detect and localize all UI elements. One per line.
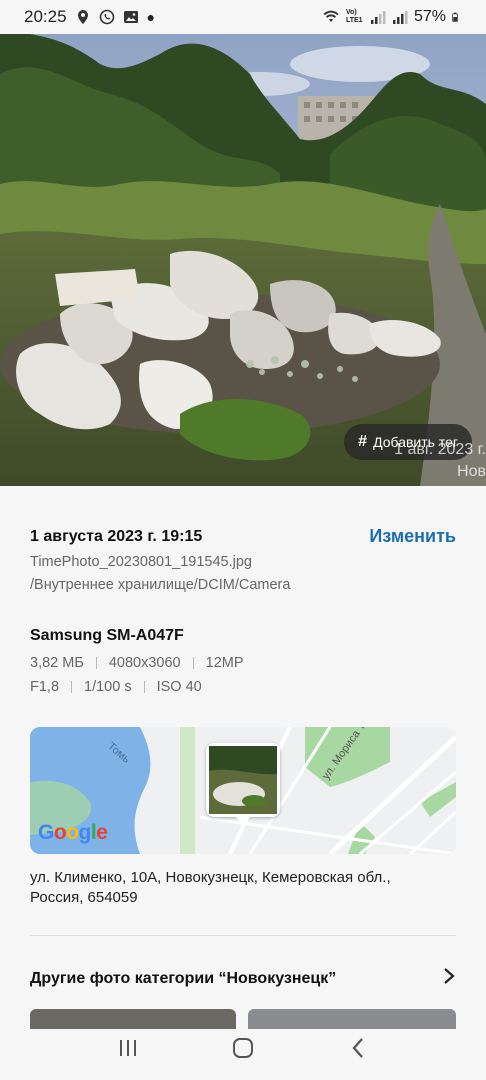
location-address: ул. Клименко, 10А, Новокузнецк, Кемеровс… bbox=[30, 869, 391, 906]
aperture: F1,8 bbox=[30, 679, 60, 695]
other-photos-link[interactable]: Другие фото категории “Новокузнецк” bbox=[30, 967, 456, 991]
map-photo-marker[interactable] bbox=[206, 743, 280, 817]
chevron-right-icon bbox=[442, 967, 456, 991]
shutter-speed: 1/100 s bbox=[84, 679, 132, 695]
signal-2-icon bbox=[392, 11, 408, 24]
other-photos-title: Другие фото категории “Новокузнецк” bbox=[30, 970, 337, 987]
watermark-city: Нов bbox=[457, 463, 486, 480]
hash-icon: # bbox=[358, 433, 368, 450]
iso: ISO 40 bbox=[156, 679, 202, 695]
gallery-notification-icon bbox=[123, 11, 138, 23]
device-model: Samsung SM-A047F bbox=[30, 627, 184, 644]
meta-separator bbox=[95, 657, 97, 669]
whatsapp-icon bbox=[99, 9, 114, 25]
wifi-icon bbox=[323, 10, 339, 22]
home-button[interactable] bbox=[223, 1028, 263, 1068]
resolution: 4080x3060 bbox=[108, 655, 181, 671]
watermark-date: 1 авг. 2023 г. bbox=[394, 441, 486, 458]
edit-button[interactable]: Изменить bbox=[369, 526, 456, 547]
home-icon bbox=[232, 1037, 253, 1058]
back-icon bbox=[352, 1037, 364, 1058]
file-path: /Внутреннее хранилище/DCIM/Camera bbox=[30, 577, 291, 593]
details-panel: 1 августа 2023 г. 19:15 Изменить TimePho… bbox=[0, 486, 486, 1080]
recent-apps-button[interactable] bbox=[108, 1028, 148, 1068]
meta-separator bbox=[192, 657, 194, 669]
file-meta-row: 3,82 МБ 4080x3060 12MP bbox=[30, 655, 244, 671]
camera-meta-row: F1,8 1/100 s ISO 40 bbox=[30, 679, 202, 695]
location-map[interactable]: Томь ул. Мориса Тореза Google bbox=[30, 727, 456, 854]
notification-dot-icon: ● bbox=[146, 9, 156, 25]
navigation-bar bbox=[0, 1015, 486, 1080]
meta-separator bbox=[143, 681, 145, 693]
recent-apps-icon bbox=[119, 1039, 136, 1056]
photo-date: 1 августа 2023 г. 19:15 bbox=[30, 527, 203, 545]
google-logo: Google bbox=[38, 821, 108, 844]
map-photo-thumbnail bbox=[209, 746, 277, 814]
signal-1-icon bbox=[370, 11, 386, 24]
map-pin-pointer bbox=[236, 817, 250, 825]
battery-percent: 57% bbox=[413, 8, 446, 25]
status-time: 20:25 bbox=[24, 7, 67, 26]
battery-icon bbox=[452, 12, 458, 22]
photo-watermark: 1 авг. 2023 г. Нов bbox=[394, 439, 486, 483]
megapixels: 12MP bbox=[205, 655, 244, 671]
divider bbox=[30, 935, 456, 936]
photo-viewer[interactable]: # Добавить тег 1 авг. 2023 г. Нов bbox=[0, 34, 486, 486]
back-button[interactable] bbox=[338, 1028, 378, 1068]
landscape-photo bbox=[0, 34, 486, 486]
location-icon bbox=[77, 10, 88, 24]
meta-separator bbox=[71, 681, 73, 693]
file-name: TimePhoto_20230801_191545.jpg bbox=[30, 554, 252, 570]
file-size: 3,82 МБ bbox=[30, 655, 84, 671]
status-bar: 20:25 ● Vo) LTE1 57% bbox=[0, 0, 486, 34]
network-type-label: Vo) LTE1 bbox=[345, 9, 363, 24]
